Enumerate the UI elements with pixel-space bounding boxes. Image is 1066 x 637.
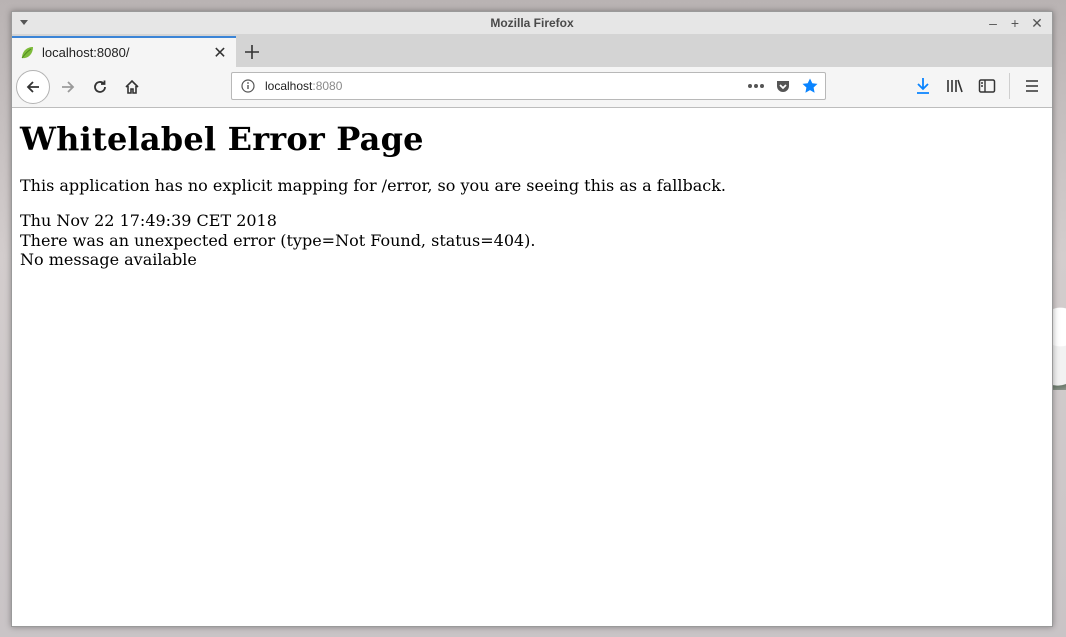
back-arrow-icon: [26, 81, 39, 93]
menu-button[interactable]: [1020, 73, 1044, 99]
new-tab-button[interactable]: [236, 36, 268, 67]
window-menu-icon[interactable]: [20, 20, 28, 25]
error-description: There was an unexpected error (type=Not …: [20, 230, 536, 250]
back-button[interactable]: [16, 70, 50, 104]
url-host: localhost: [265, 79, 313, 93]
forward-arrow-icon: [62, 81, 75, 93]
title-bar: Mozilla Firefox – + ✕: [12, 12, 1052, 34]
error-details: Thu Nov 22 17:49:39 CET 2018 There was a…: [20, 211, 1044, 270]
library-button[interactable]: [943, 73, 967, 99]
info-icon[interactable]: [241, 79, 255, 93]
desktop-background: [1052, 300, 1066, 390]
sidebar-icon: [978, 79, 996, 93]
star-icon[interactable]: [801, 77, 819, 95]
navigation-toolbar: localhost:8080: [12, 67, 1052, 108]
maximize-icon[interactable]: +: [1008, 15, 1022, 31]
toolbar-separator: [1009, 73, 1010, 99]
plus-icon: [245, 44, 259, 59]
spring-leaf-icon: [21, 46, 33, 58]
sidebar-button[interactable]: [975, 73, 999, 99]
address-bar[interactable]: localhost:8080: [231, 72, 826, 100]
close-window-icon[interactable]: ✕: [1030, 15, 1044, 31]
tab-title: localhost:8080/: [42, 45, 130, 60]
pocket-icon[interactable]: [775, 78, 791, 94]
error-message: No message available: [20, 250, 197, 269]
error-timestamp: Thu Nov 22 17:49:39 CET 2018: [20, 211, 277, 230]
hamburger-menu-icon: [1026, 80, 1038, 92]
home-icon: [125, 79, 139, 94]
tab-strip: localhost:8080/ ✕: [12, 34, 1052, 67]
url-port: :8080: [312, 79, 343, 93]
downloads-button[interactable]: [911, 73, 935, 99]
fallback-explanation: This application has no explicit mapping…: [20, 176, 726, 195]
firefox-window: Mozilla Firefox – + ✕ localhost:8080/ ✕: [11, 11, 1053, 627]
minimize-icon[interactable]: –: [986, 15, 1000, 31]
window-title: Mozilla Firefox: [490, 16, 574, 30]
toolbar-right: [911, 73, 1044, 99]
reload-icon: [94, 80, 106, 93]
home-button[interactable]: [118, 73, 146, 101]
library-icon: [947, 79, 963, 93]
more-dots-icon[interactable]: [747, 83, 765, 89]
page-heading: Whitelabel Error Page: [20, 120, 424, 158]
download-icon: [917, 78, 929, 94]
forward-button[interactable]: [54, 73, 82, 101]
page-actions: [747, 77, 819, 95]
window-controls: – + ✕: [986, 15, 1044, 31]
close-tab-icon[interactable]: ✕: [212, 43, 228, 63]
page-content: Whitelabel Error Page This application h…: [12, 108, 1052, 278]
reload-button[interactable]: [86, 73, 114, 101]
tab-localhost[interactable]: localhost:8080/ ✕: [12, 36, 236, 67]
